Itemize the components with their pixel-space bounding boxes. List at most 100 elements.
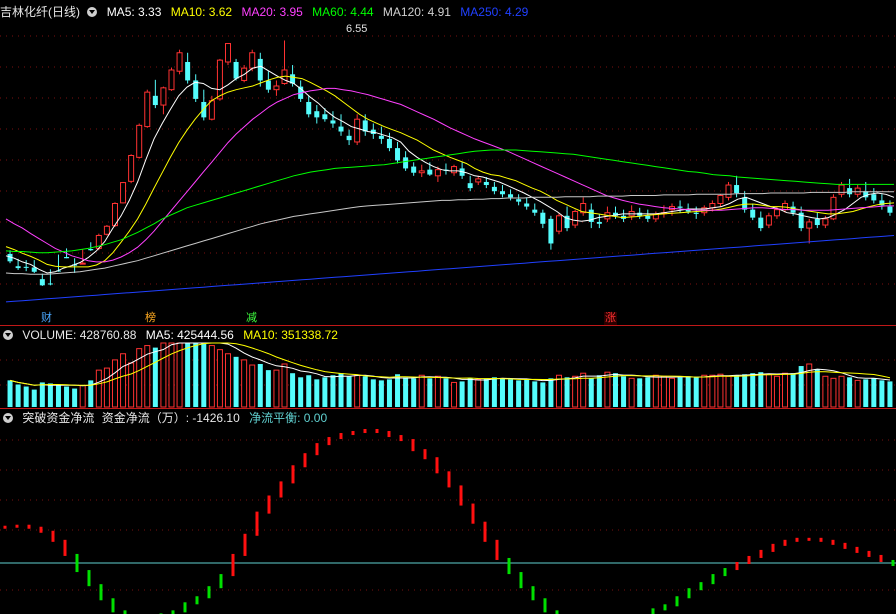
volume-bar [871,378,877,407]
flow-bar [255,511,259,536]
candle-body [758,217,764,229]
event-marker-cai[interactable]: 财 [40,312,53,325]
volume-bar [378,380,384,407]
candle-body [103,225,110,235]
flow-bar [99,584,103,601]
chevron-down-icon[interactable] [3,330,13,340]
volume-bar [233,356,239,407]
flow-bar [771,543,775,552]
volume-bar [273,369,280,408]
candle-body [742,197,748,210]
volume-bar [290,373,296,407]
volume-bar [55,384,61,407]
ma-line-ma20 [5,87,894,263]
volume-bar [111,359,118,408]
volume-bar [758,372,764,407]
flow-bar [231,553,235,577]
candle-body [750,209,756,218]
flow-bar [219,574,223,589]
volume-bar [483,378,489,407]
candle-body [144,91,151,128]
flow-bar [447,471,451,488]
volume-bar [572,375,579,408]
volume-bar [814,369,820,407]
candle-body [491,186,497,192]
volume-bar [64,386,70,407]
volume-bar [31,389,37,407]
volume-bar [660,375,667,408]
volume-bar [257,363,263,407]
ma-line-ma10 [5,75,895,268]
ma60-label: MA60: 4.44 [312,5,374,19]
flow-bar [843,542,847,549]
volume-bar [322,377,328,407]
flow-bar [795,537,799,542]
volume-bar [782,372,789,408]
kline-group[interactable] [7,40,893,286]
candle-body [887,206,893,213]
candle-body [555,215,562,232]
candle-body [216,59,223,100]
candle-body [693,212,699,214]
volume-bar [516,380,522,407]
candle-body [532,209,538,213]
candle-body [434,169,441,177]
volume-bar [15,384,21,407]
volume-bar [847,377,853,407]
candle-body [128,155,135,182]
volume-bar [652,374,659,408]
candle-body [524,203,530,207]
flow-bar [495,539,499,560]
candle-body [23,266,29,268]
flow-bar [363,429,367,434]
separator-main-volume[interactable] [0,325,896,326]
flow-bar [279,481,283,498]
volume-bar [524,379,530,407]
separator-volume-flow[interactable] [0,408,896,409]
volume-bar [346,376,352,407]
ma-line-ma120 [5,191,894,275]
volume-bar [193,343,199,407]
flow-bar [15,524,19,528]
chevron-down-icon[interactable] [3,413,13,423]
volume-bar [637,378,643,407]
candle-body [395,148,401,161]
candle-body [773,209,780,217]
flow-bar [747,555,751,564]
flow-bar [243,533,247,556]
flow-header: 突破资金净流 资金净流（万）: -1426.10 净流平衡: 0.00 [0,410,896,426]
event-marker-zhang[interactable]: 涨 [604,312,617,325]
flow-bar [531,586,535,601]
candle-body [273,85,280,91]
candle-body [265,80,271,90]
volume-bar [887,381,893,407]
flow-title: 突破资金净流 [22,411,95,425]
event-marker-bang[interactable]: 榜 [144,312,157,325]
volume-bar [152,347,158,407]
candle-body [185,61,191,81]
flow-bar [555,610,559,614]
volume-bar [645,377,651,407]
volume-bar [47,383,53,407]
candle-body [677,206,683,208]
candle-body [508,194,514,198]
flow-bar [735,562,739,571]
volume-bar [540,382,546,407]
volume-bar [508,379,514,407]
ma-line-ma5 [5,65,895,274]
volume-bar [330,375,336,407]
volume-bar [224,353,232,408]
flow-group[interactable] [0,429,896,614]
candle-body [88,249,94,251]
volume-bar [128,362,135,408]
chevron-down-icon[interactable] [87,7,98,17]
volume-label: VOLUME: 428760.88 [22,328,137,342]
event-marker-jian[interactable]: 减 [245,312,258,325]
flow-bar [75,553,79,573]
ma-lines [5,65,895,303]
volume-bar [362,376,368,407]
flow-bar [663,604,667,611]
volume-bar [443,378,449,407]
volume-bar [395,374,401,407]
stock-title[interactable]: 吉林化纤(日线) [0,5,80,19]
